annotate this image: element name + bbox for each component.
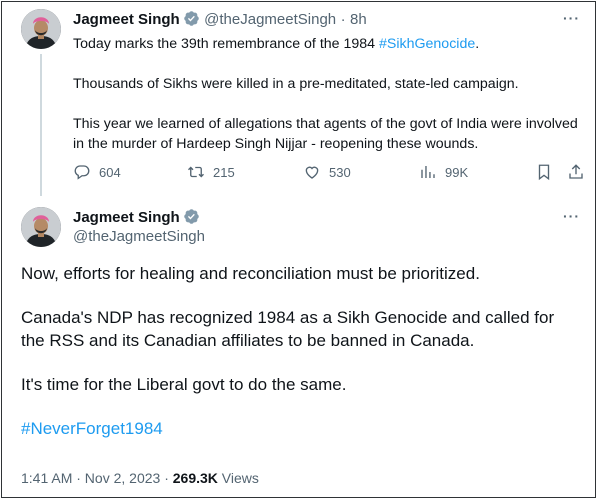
repost-icon [188,166,204,178]
dot-separator: · [340,11,346,28]
tweet-timestamp[interactable]: 1:41 AM · Nov 2, 2023 · [21,470,173,486]
like-count: 530 [329,164,351,180]
author-handle[interactable]: @theJagmeetSingh [73,228,205,245]
verified-badge-icon [183,10,200,27]
hashtag-link[interactable]: #NeverForget1984 [21,419,163,438]
tweet-metadata: 1:41 AM · Nov 2, 2023 · 269.3K Views [21,470,259,486]
more-options-icon[interactable]: ··· [563,208,580,224]
repost-button[interactable]: 215 [187,163,235,181]
verified-badge-icon [183,208,200,225]
tweet-paragraph: Now, efforts for healing and reconciliat… [21,264,480,283]
avatar[interactable] [21,9,61,49]
tweet-time[interactable]: 8h [350,11,367,28]
avatar[interactable] [21,207,61,247]
tweet-paragraph: Today marks the 39th remembrance of the … [73,34,585,54]
thread-connector-line [40,54,42,196]
reply-count: 604 [99,164,121,180]
views-count: 269.3K [172,470,218,486]
hashtag-link[interactable]: #SikhGenocide [379,36,475,52]
reply-icon [74,165,90,180]
text-span: Today marks the 39th remembrance of the … [73,36,379,52]
tweet-paragraph: It's time for the Liberal govt to do the… [21,375,347,394]
share-button[interactable] [567,163,593,181]
tweet-text: Today marks the 39th remembrance of the … [73,34,585,154]
tweet-paragraph: Canada's NDP has recognized 1984 as a Si… [21,308,555,350]
bookmark-icon [538,164,550,181]
views-count: 99K [445,164,469,180]
tweet-thread-frame: Jagmeet Singh @theJagmeetSingh · 8h ··· … [1,1,596,498]
tweet-paragraph: This year we learned of allegations that… [73,116,578,152]
reply-button[interactable]: 604 [73,163,121,181]
tweet-header: Jagmeet Singh [73,208,200,227]
like-button[interactable]: 530 [303,163,351,181]
tweet-actions-bar: 604 215 530 99K [73,163,585,185]
tweet-paragraph: #NeverForget1984 [21,417,581,440]
author-name[interactable]: Jagmeet Singh [73,209,180,226]
author-name[interactable]: Jagmeet Singh [73,11,180,28]
views-label: Views [217,470,259,486]
text-span: . [475,36,480,52]
heart-icon [305,166,319,179]
bookmark-button[interactable] [535,163,561,181]
repost-count: 215 [213,164,235,180]
views-button[interactable]: 99K [419,163,468,181]
share-icon [569,164,583,179]
tweet-header: Jagmeet Singh @theJagmeetSingh · 8h [73,10,367,29]
tweet-text: Now, efforts for healing and reconciliat… [21,262,581,440]
analytics-icon [421,166,435,178]
tweet-paragraph: Thousands of Sikhs were killed in a pre-… [73,76,519,92]
author-handle[interactable]: @theJagmeetSingh [204,11,336,28]
more-options-icon[interactable]: ··· [563,10,580,26]
